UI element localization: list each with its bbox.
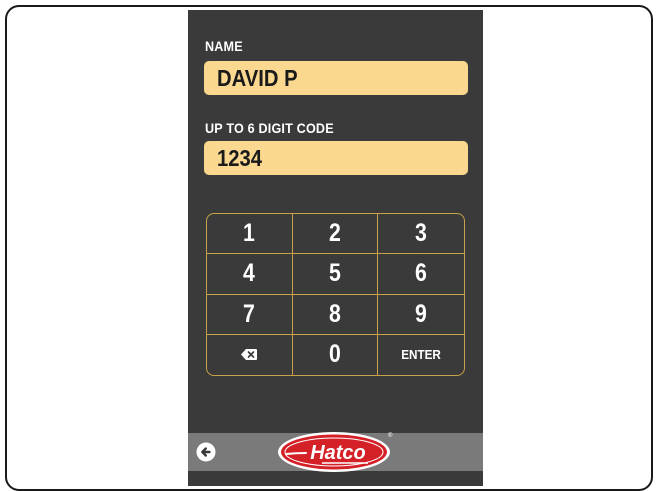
name-value: DAVID P [217, 64, 298, 91]
key-9[interactable]: 9 [378, 295, 464, 335]
key-label: 6 [415, 259, 428, 288]
device-screen: NAME DAVID P UP TO 6 DIGIT CODE 1234 1 2… [188, 10, 483, 486]
code-label: UP TO 6 DIGIT CODE [205, 120, 334, 136]
key-label: 4 [243, 259, 256, 288]
hatco-logo: Hatco ® [278, 432, 393, 472]
key-6[interactable]: 6 [378, 254, 464, 295]
code-field[interactable]: 1234 [204, 141, 468, 175]
backspace-button[interactable] [207, 334, 293, 375]
keypad: 1 2 3 4 5 6 7 8 9 0 ENTER [206, 213, 465, 376]
key-label: 3 [415, 219, 428, 248]
key-label: 0 [329, 340, 341, 369]
key-label: 8 [329, 299, 341, 328]
bottom-bar: Hatco ® [188, 432, 483, 472]
key-label: 7 [243, 299, 256, 328]
key-label: 2 [329, 219, 341, 248]
backspace-icon [241, 349, 258, 361]
back-arrow-icon[interactable] [196, 442, 216, 462]
key-2[interactable]: 2 [292, 214, 379, 255]
key-label: 9 [415, 299, 428, 328]
name-field[interactable]: DAVID P [204, 61, 468, 95]
name-label: NAME [205, 38, 243, 54]
key-label: 1 [243, 219, 256, 248]
logo-registered-mark: ® [388, 432, 393, 439]
code-value: 1234 [217, 144, 263, 171]
key-4[interactable]: 4 [207, 254, 293, 295]
key-5[interactable]: 5 [292, 254, 379, 295]
enter-button[interactable]: ENTER [378, 335, 464, 375]
key-8[interactable]: 8 [292, 294, 379, 335]
logo-text: Hatco [310, 442, 366, 464]
key-0[interactable]: 0 [293, 334, 379, 375]
key-3[interactable]: 3 [378, 214, 464, 255]
key-label: 5 [329, 259, 341, 288]
key-1[interactable]: 1 [207, 214, 293, 255]
key-7[interactable]: 7 [207, 294, 293, 335]
enter-label: ENTER [401, 347, 441, 363]
